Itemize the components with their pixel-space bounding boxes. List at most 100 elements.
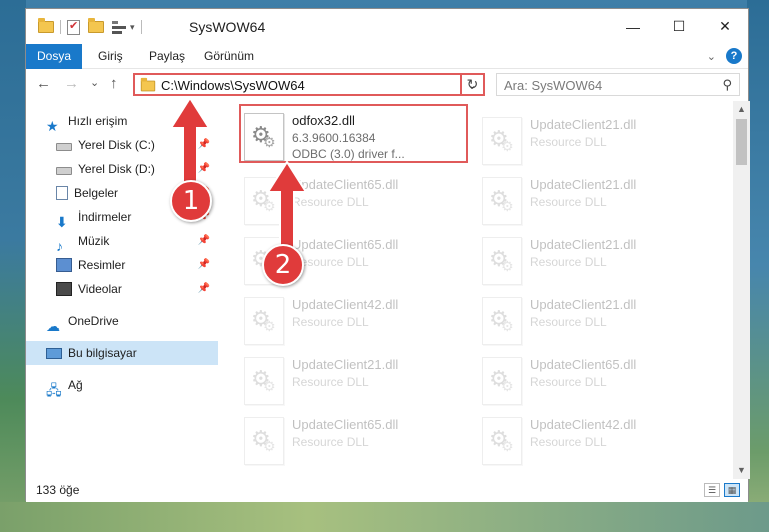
sidebar-item-label: Müzik [78, 234, 110, 248]
file-item[interactable]: UpdateClient65.dll Resource DLL [226, 411, 466, 471]
address-path: C:\Windows\SysWOW64 [161, 78, 305, 93]
refresh-icon[interactable]: ↻ [460, 73, 485, 96]
maximize-button[interactable]: ☐ [656, 9, 702, 44]
back-arrow-icon[interactable]: ← [36, 75, 51, 92]
pictures-icon [56, 258, 72, 272]
customize-dropdown-icon[interactable]: ▾ [130, 22, 135, 33]
sidebar-item-label: Yerel Disk (D:) [78, 162, 155, 176]
file-item[interactable]: UpdateClient21.dll Resource DLL [226, 351, 466, 411]
navigation-bar: ← → ⌄ ↑ C:\Windows\SysWOW64 ⌄ ↻ Ara: Sys… [26, 69, 748, 99]
file-item[interactable]: UpdateClient65.dll Resource DLL [464, 351, 704, 411]
search-placeholder: Ara: SysWOW64 [504, 78, 603, 93]
desktop-background-right [747, 0, 769, 532]
sidebar-item-videos[interactable]: Videolar 📌 [56, 277, 218, 301]
star-icon: ★ [46, 118, 59, 134]
file-description: Resource DLL [530, 255, 607, 269]
forward-arrow-icon[interactable]: → [64, 75, 79, 92]
file-description: Resource DLL [292, 375, 369, 389]
window-title: SysWOW64 [189, 19, 266, 35]
sidebar-item-label: Resimler [78, 258, 126, 272]
dll-file-icon [482, 177, 522, 225]
file-name: UpdateClient21.dll [292, 357, 399, 372]
folder-icon[interactable] [38, 18, 54, 33]
explorer-window: ▾ SysWOW64 — ☐ ✕ Dosya Giriş Paylaş Görü… [25, 8, 750, 502]
sidebar-item-label: Yerel Disk (C:) [78, 138, 155, 152]
file-item[interactable]: UpdateClient21.dll Resource DLL [464, 231, 704, 291]
file-item[interactable]: UpdateClient42.dll Resource DLL [464, 411, 704, 471]
pin-icon[interactable]: 📌 [198, 253, 210, 277]
documents-icon [56, 186, 68, 200]
close-button[interactable]: ✕ [702, 9, 748, 44]
file-name: UpdateClient65.dll [530, 357, 637, 372]
pin-icon[interactable]: 📌 [198, 277, 210, 301]
annotation-badge-1: 1 [170, 180, 212, 222]
sidebar-item-label: Videolar [78, 282, 122, 296]
sidebar-item-label: İndirmeler [78, 210, 132, 224]
minimize-button[interactable]: — [610, 9, 656, 44]
file-name: UpdateClient42.dll [292, 297, 399, 312]
tab-view[interactable]: Görünüm [194, 44, 264, 69]
file-description: Resource DLL [530, 195, 607, 209]
file-description: Resource DLL [530, 435, 607, 449]
file-name: UpdateClient21.dll [530, 297, 637, 312]
tab-share[interactable]: Paylaş [139, 44, 195, 69]
search-icon: ⚲ [722, 77, 732, 92]
pin-icon[interactable]: 📌 [198, 229, 210, 253]
sidebar-item-network[interactable]: 🖧 Ağ [46, 373, 218, 398]
downloads-icon: ⬇ [56, 214, 68, 230]
tiles-view-icon[interactable]: ▦ [724, 483, 740, 497]
view-switcher: ☰ ▦ [704, 483, 740, 497]
computer-icon [46, 347, 62, 359]
file-description: Resource DLL [530, 375, 607, 389]
dll-file-icon [244, 357, 284, 405]
help-icon[interactable]: ? [726, 48, 742, 64]
file-name: UpdateClient65.dll [292, 417, 399, 432]
item-count: 133 öğe [36, 483, 80, 497]
toolbar-separator [60, 20, 61, 34]
sidebar-item-label: Hızlı erişim [68, 114, 128, 128]
file-item[interactable]: UpdateClient21.dll Resource DLL [464, 291, 704, 351]
videos-icon [56, 282, 72, 296]
file-name: UpdateClient21.dll [530, 237, 637, 252]
properties-check-icon[interactable] [67, 19, 80, 35]
status-bar: 133 öğe ☰ ▦ [26, 479, 748, 502]
file-description: Resource DLL [292, 435, 369, 449]
sidebar-item-music[interactable]: ♪ Müzik 📌 [56, 229, 218, 254]
address-bar[interactable]: C:\Windows\SysWOW64 ⌄ [133, 73, 485, 96]
chevron-down-icon[interactable]: ⌄ [707, 50, 716, 63]
file-highlight-annotation [239, 104, 468, 163]
dll-file-icon [482, 357, 522, 405]
details-view-icon[interactable]: ☰ [704, 483, 720, 497]
drive-icon [56, 143, 72, 151]
file-item[interactable]: UpdateClient21.dll Resource DLL [464, 171, 704, 231]
up-arrow-icon[interactable]: ↑ [110, 75, 118, 92]
dll-file-icon [482, 117, 522, 165]
file-name: UpdateClient42.dll [530, 417, 637, 432]
sidebar-item-pictures[interactable]: Resimler 📌 [56, 253, 218, 277]
title-bar: ▾ SysWOW64 — ☐ ✕ [26, 9, 748, 44]
recent-locations-icon[interactable]: ⌄ [90, 76, 99, 89]
drive-icon [56, 167, 72, 175]
file-item[interactable]: UpdateClient42.dll Resource DLL [226, 291, 466, 351]
dll-file-icon [244, 297, 284, 345]
sidebar-item-onedrive[interactable]: ☁ OneDrive [46, 309, 218, 334]
scroll-up-icon[interactable]: ▲ [733, 101, 750, 118]
new-folder-icon[interactable] [88, 18, 104, 33]
dll-file-icon [482, 297, 522, 345]
sidebar-item-label: Ağ [68, 378, 83, 392]
search-input[interactable]: Ara: SysWOW64 ⚲ [496, 73, 740, 96]
desktop-background-left [0, 0, 26, 532]
sidebar-item-this-pc[interactable]: Bu bilgisayar [26, 341, 218, 365]
desktop-background-bottom [0, 502, 769, 532]
scrollbar-thumb[interactable] [736, 119, 747, 165]
view-properties-icon[interactable] [112, 20, 128, 34]
tab-file[interactable]: Dosya [26, 44, 82, 69]
scroll-down-icon[interactable]: ▼ [733, 462, 750, 479]
tab-home[interactable]: Giriş [88, 44, 133, 69]
vertical-scrollbar[interactable]: ▲ ▼ [733, 101, 750, 479]
file-description: Resource DLL [530, 135, 607, 149]
file-name: UpdateClient21.dll [530, 117, 637, 132]
file-item[interactable]: UpdateClient21.dll Resource DLL [464, 111, 704, 171]
file-name: UpdateClient21.dll [530, 177, 637, 192]
file-description: Resource DLL [530, 315, 607, 329]
